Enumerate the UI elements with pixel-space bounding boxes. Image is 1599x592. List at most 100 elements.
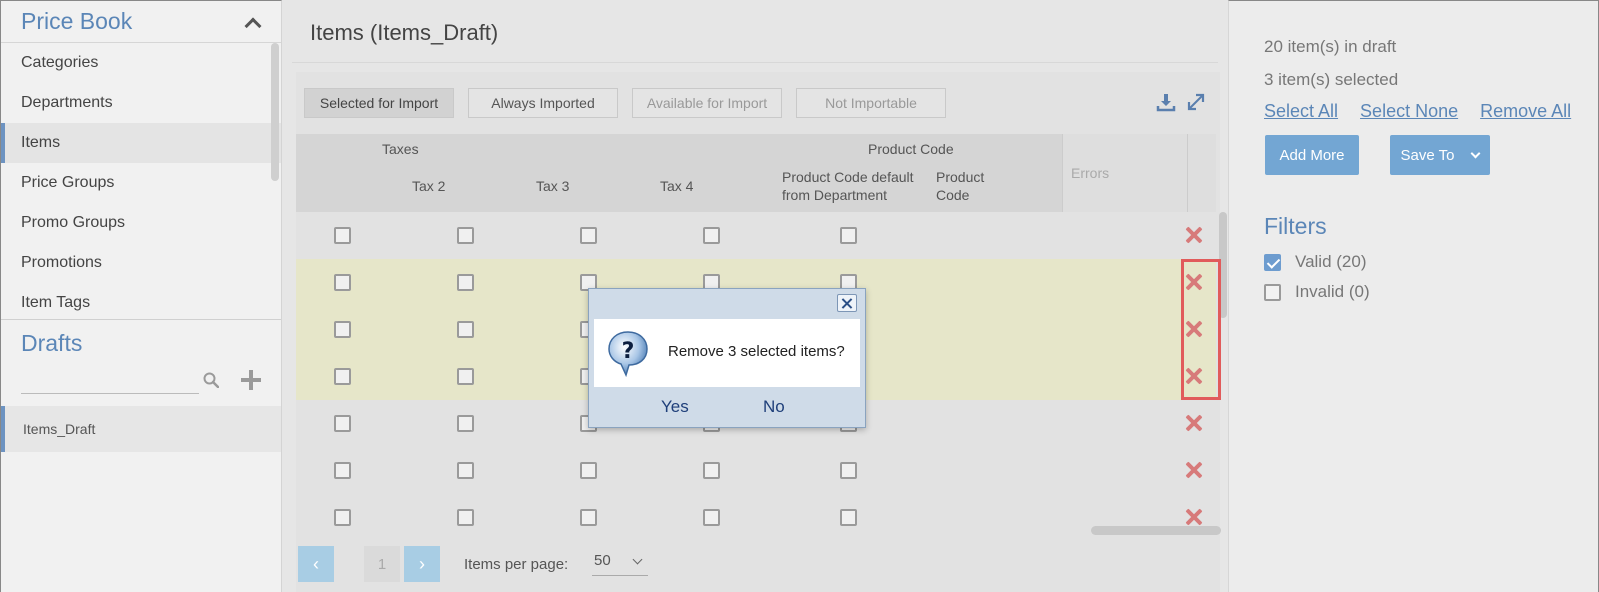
row-checkbox[interactable] <box>840 509 857 526</box>
expand-icon[interactable] <box>1186 92 1206 112</box>
row-checkbox[interactable] <box>334 462 351 479</box>
highlight-annotation-box <box>1181 259 1221 400</box>
row-checkbox[interactable] <box>457 509 474 526</box>
remove-row-icon[interactable] <box>1185 461 1203 479</box>
filter-invalid-checkbox[interactable] <box>1264 284 1281 301</box>
col-header-remove <box>1188 134 1216 212</box>
row-checkbox[interactable] <box>580 227 597 244</box>
row-checkbox[interactable] <box>457 227 474 244</box>
filters-title: Filters <box>1264 213 1327 239</box>
row-checkbox[interactable] <box>703 509 720 526</box>
row-checkbox[interactable] <box>457 274 474 291</box>
drafts-section: Drafts Items_Draft <box>1 319 281 452</box>
remove-all-link[interactable]: Remove All <box>1480 101 1571 122</box>
sidebar: Price Book Categories Departments Items … <box>0 0 282 592</box>
col-header-pc-default-line2: from Department <box>782 187 888 203</box>
table-row[interactable] <box>296 494 1216 530</box>
draft-item-items-draft[interactable]: Items_Draft <box>1 406 281 452</box>
col-header-product-code[interactable]: Product Code <box>936 168 984 204</box>
save-to-button[interactable]: Save To <box>1390 135 1490 175</box>
row-checkbox[interactable] <box>703 462 720 479</box>
row-checkbox[interactable] <box>457 321 474 338</box>
col-header-pc-line2: Code <box>936 187 970 203</box>
price-book-header[interactable]: Price Book <box>1 1 281 43</box>
table-row[interactable] <box>296 212 1216 259</box>
sidebar-item-price-groups[interactable]: Price Groups <box>1 163 281 203</box>
col-header-pc-default-line1: Product Code default <box>782 169 914 185</box>
draft-summary-panel: 20 item(s) in draft 3 item(s) selected S… <box>1228 0 1599 592</box>
sidebar-item-promotions[interactable]: Promotions <box>1 243 281 283</box>
sidebar-item-items[interactable]: Items <box>1 123 281 163</box>
select-all-link[interactable]: Select All <box>1264 101 1338 122</box>
drafts-search-input[interactable] <box>21 370 199 394</box>
filter-valid-label[interactable]: Valid (20) <box>1295 252 1367 272</box>
chevron-down-icon <box>632 554 643 565</box>
items-per-page-value: 50 <box>594 552 611 569</box>
close-icon[interactable] <box>837 294 857 312</box>
tab-not-importable[interactable]: Not Importable <box>796 88 946 118</box>
row-checkbox[interactable] <box>580 462 597 479</box>
price-book-title: Price Book <box>21 8 133 34</box>
col-header-tax3[interactable]: Tax 3 <box>536 177 569 195</box>
items-per-page-label: Items per page: <box>464 556 569 573</box>
tab-selected-for-import[interactable]: Selected for Import <box>304 88 454 118</box>
import-tabs: Selected for Import Always Imported Avai… <box>304 88 960 118</box>
row-checkbox[interactable] <box>840 462 857 479</box>
row-checkbox[interactable] <box>457 462 474 479</box>
sidebar-item-item-tags[interactable]: Item Tags <box>1 283 281 319</box>
remove-row-icon[interactable] <box>1185 226 1203 244</box>
filter-invalid-label[interactable]: Invalid (0) <box>1295 282 1370 302</box>
row-checkbox[interactable] <box>334 368 351 385</box>
add-draft-icon[interactable] <box>241 370 261 390</box>
group-header-taxes: Taxes <box>382 141 419 157</box>
col-header-errors-cell: Errors <box>1062 134 1188 212</box>
grid-horizontal-scrollbar[interactable] <box>1091 526 1221 535</box>
row-checkbox[interactable] <box>334 227 351 244</box>
row-checkbox[interactable] <box>703 227 720 244</box>
row-checkbox[interactable] <box>840 227 857 244</box>
select-none-link[interactable]: Select None <box>1360 101 1458 122</box>
confirm-remove-dialog: ? Remove 3 selected items? Yes No <box>588 288 866 428</box>
group-header-product-code: Product Code <box>868 141 954 157</box>
tab-available-for-import[interactable]: Available for Import <box>632 88 782 118</box>
prev-page-button[interactable]: ‹ <box>298 546 334 582</box>
col-header-errors[interactable]: Errors <box>1071 164 1109 182</box>
sidebar-item-departments[interactable]: Departments <box>1 83 281 123</box>
selected-count: 3 item(s) selected <box>1264 70 1399 89</box>
row-checkbox[interactable] <box>334 274 351 291</box>
items-per-page-select[interactable]: 50 <box>592 552 648 576</box>
page-title: Items (Items_Draft) <box>310 20 499 45</box>
sidebar-item-promo-groups[interactable]: Promo Groups <box>1 203 281 243</box>
chevron-down-icon <box>1471 148 1481 158</box>
no-button[interactable]: No <box>763 397 785 417</box>
remove-row-icon[interactable] <box>1185 414 1203 432</box>
grid-header: Taxes Product Code Tax 2 Tax 3 Tax 4 Pro… <box>296 134 1216 212</box>
draft-count: 20 item(s) in draft <box>1264 37 1397 56</box>
filter-valid-checkbox[interactable] <box>1264 254 1281 271</box>
col-header-pc-default[interactable]: Product Code default from Department <box>782 168 914 204</box>
row-checkbox[interactable] <box>334 415 351 432</box>
pagination: ‹ 1 › Items per page: 50 <box>298 546 1198 582</box>
next-page-button[interactable]: › <box>404 546 440 582</box>
col-header-pc-line1: Product <box>936 169 985 185</box>
chevron-up-icon[interactable] <box>244 17 262 34</box>
row-checkbox[interactable] <box>580 509 597 526</box>
download-icon[interactable] <box>1156 92 1176 112</box>
tab-always-imported[interactable]: Always Imported <box>468 88 618 118</box>
row-checkbox[interactable] <box>334 321 351 338</box>
col-header-tax2[interactable]: Tax 2 <box>412 177 445 195</box>
yes-button[interactable]: Yes <box>661 397 689 417</box>
sidebar-scrollbar[interactable] <box>271 43 279 181</box>
table-row[interactable] <box>296 447 1216 494</box>
remove-row-icon[interactable] <box>1185 508 1203 526</box>
svg-text:?: ? <box>622 339 635 364</box>
sidebar-item-categories[interactable]: Categories <box>1 43 281 83</box>
row-checkbox[interactable] <box>457 415 474 432</box>
add-more-button[interactable]: Add More <box>1265 135 1359 175</box>
row-checkbox[interactable] <box>457 368 474 385</box>
col-header-tax4[interactable]: Tax 4 <box>660 177 693 195</box>
row-checkbox[interactable] <box>334 509 351 526</box>
page-number[interactable]: 1 <box>364 546 400 582</box>
search-icon[interactable] <box>203 372 219 388</box>
drafts-title: Drafts <box>21 330 83 356</box>
